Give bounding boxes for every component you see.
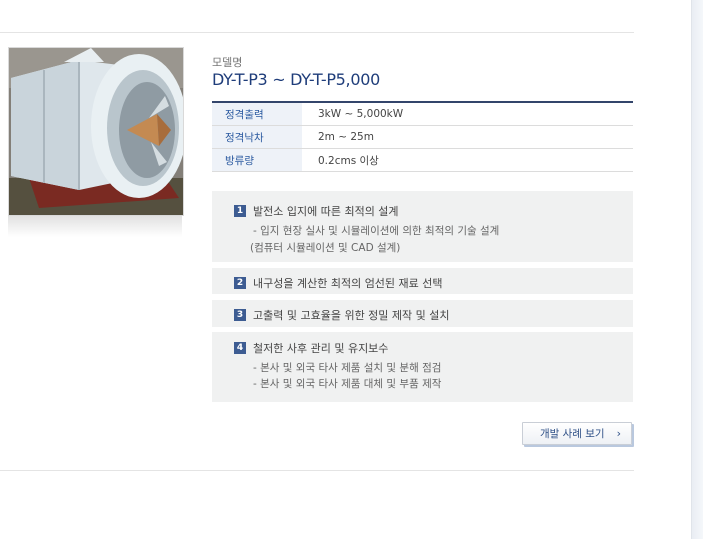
chevron-right-icon: › — [616, 427, 621, 440]
product-image-reflection — [8, 215, 182, 237]
spec-label: 방류량 — [212, 148, 302, 172]
bottom-divider — [0, 470, 634, 471]
feature-panel-2: 2 내구성을 계산한 최적의 엄선된 재료 선택 — [212, 268, 633, 294]
feature-panel-4: 4 철저한 사후 관리 및 유지보수 - 본사 및 외국 타사 제품 설치 및 … — [212, 332, 633, 402]
feature-heading: 2 내구성을 계산한 최적의 엄선된 재료 선택 — [234, 275, 443, 291]
spec-row: 정격출력 3kW ~ 5,000kW — [212, 102, 633, 126]
spec-label: 정격낙차 — [212, 125, 302, 149]
spec-value: 0.2cms 이상 — [302, 148, 633, 172]
spec-row: 방류량 0.2cms 이상 — [212, 148, 633, 172]
feature-heading: 3 고출력 및 고효율을 위한 정밀 제작 및 설치 — [234, 307, 450, 323]
model-name: DY-T-P3 ~ DY-T-P5,000 — [212, 70, 380, 89]
view-development-cases-button[interactable]: 개발 사례 보기 › — [522, 422, 632, 445]
feature-detail: - 입지 현장 실사 및 시뮬레이션에 의한 최적의 기술 설계 — [253, 225, 500, 237]
spec-value: 2m ~ 25m — [302, 125, 633, 149]
product-image — [8, 47, 184, 216]
feature-title: 내구성을 계산한 최적의 엄선된 재료 선택 — [253, 277, 443, 290]
feature-heading: 4 철저한 사후 관리 및 유지보수 — [234, 340, 388, 356]
feature-detail: - 본사 및 외국 타사 제품 설치 및 분해 점검 — [253, 362, 442, 374]
number-badge: 3 — [234, 309, 246, 321]
number-badge: 1 — [234, 205, 246, 217]
number-badge: 2 — [234, 277, 246, 289]
feature-title: 철저한 사후 관리 및 유지보수 — [253, 342, 389, 355]
feature-title: 고출력 및 고효율을 위한 정밀 제작 및 설치 — [253, 309, 450, 322]
spec-table: 정격출력 3kW ~ 5,000kW 정격낙차 2m ~ 25m 방류량 0.2… — [212, 101, 633, 172]
feature-panel-1: 1 발전소 입지에 따른 최적의 설계 - 입지 현장 실사 및 시뮬레이션에 … — [212, 191, 633, 262]
spec-label: 정격출력 — [212, 102, 302, 126]
right-scroll-strip — [691, 0, 703, 539]
model-caption: 모델명 — [212, 56, 243, 69]
top-divider — [0, 32, 634, 33]
feature-panel-3: 3 고출력 및 고효율을 위한 정밀 제작 및 설치 — [212, 300, 633, 327]
feature-heading: 1 발전소 입지에 따른 최적의 설계 — [234, 203, 399, 219]
turbine-illustration — [9, 48, 183, 215]
feature-detail: - 본사 및 외국 타사 제품 대체 및 부품 제작 — [253, 378, 442, 390]
number-badge: 4 — [234, 342, 246, 354]
spec-value: 3kW ~ 5,000kW — [302, 102, 633, 126]
spec-row: 정격낙차 2m ~ 25m — [212, 125, 633, 149]
feature-detail: (컴퓨터 시뮬레이션 및 CAD 설계) — [250, 242, 401, 254]
feature-title: 발전소 입지에 따른 최적의 설계 — [253, 205, 399, 218]
button-label: 개발 사례 보기 — [539, 428, 605, 440]
